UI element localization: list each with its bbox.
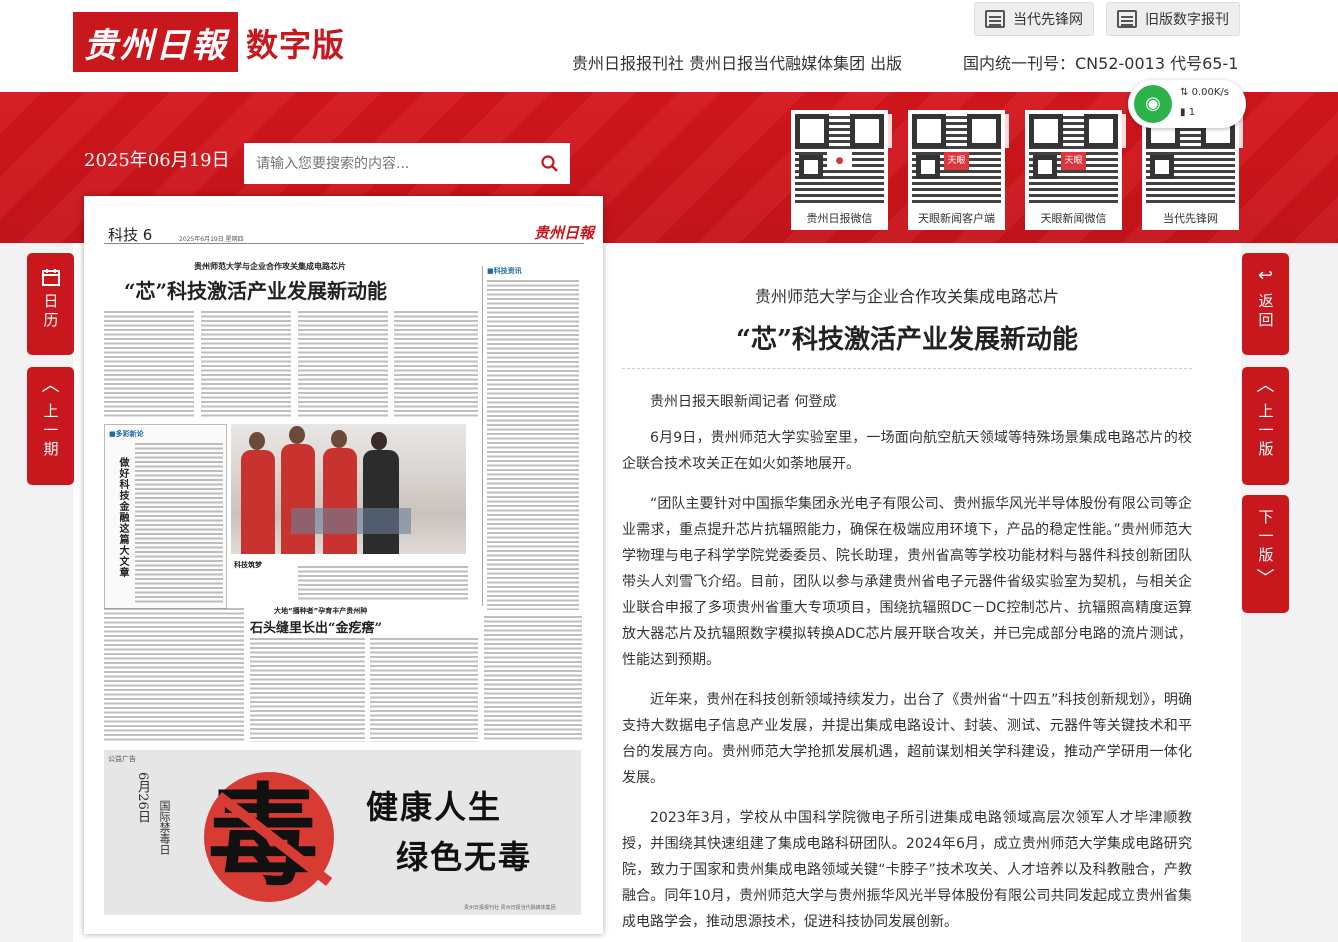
ad-slogan-1: 健康人生 xyxy=(366,788,503,826)
search-box xyxy=(244,143,570,184)
logo-text: 贵州日報 xyxy=(83,25,228,66)
divider xyxy=(622,368,1192,369)
commentary-text xyxy=(135,443,223,603)
digital-edition-title: 数字版 xyxy=(246,26,346,64)
network-speed: ⇅ 0.00K/s xyxy=(1180,87,1229,98)
calendar-icon xyxy=(985,10,1005,28)
briefs-text xyxy=(487,280,579,610)
qr-badge: 天眼 xyxy=(1061,152,1086,170)
photo-caption: 科技筑梦 xyxy=(234,561,262,569)
page-date: 2025年6月19日 星期四 xyxy=(179,236,244,243)
lead-story-headline[interactable]: “芯”科技激活产业发展新动能 xyxy=(124,275,387,304)
link-old-digital-edition[interactable]: 旧版数字报刊 xyxy=(1106,2,1240,36)
qr-tianyan-wechat[interactable]: 天眼 天眼新闻微信 xyxy=(1025,110,1122,230)
prev-page-label: 上一版 xyxy=(1256,403,1275,460)
story2-text[interactable] xyxy=(104,608,244,742)
guizhou-daily-logo[interactable]: 贵州日報 xyxy=(73,12,238,72)
lead-story-text[interactable] xyxy=(201,311,291,419)
ad-slogan-2: 绿色无毒 xyxy=(396,838,533,876)
qr-tianyan-app[interactable]: 天眼 天眼新闻客户端 xyxy=(908,110,1005,230)
newspaper-masthead: 贵州日報 xyxy=(534,224,595,242)
prev-issue-label: 上一期 xyxy=(41,403,60,460)
commentary-title: 做好科技金融这篇大文章 xyxy=(117,457,128,578)
qr-label: 天眼新闻微信 xyxy=(1040,212,1107,225)
calendar-button[interactable]: 日历 xyxy=(27,253,74,355)
issue-date[interactable]: 2025年06月19日 xyxy=(84,146,230,172)
students-lab-photo[interactable] xyxy=(231,424,466,554)
briefs-tag: ■科技资讯 xyxy=(487,267,522,275)
qr-badge: 天眼 xyxy=(944,152,969,170)
article-paragraph: 2023年3月，学校从中国科学院微电子所引进集成电路领域高层次领军人才毕津顺教授… xyxy=(622,810,1192,930)
publisher-info: 贵州日报报刊社 贵州日报当代融媒体集团 出版 xyxy=(572,54,903,73)
lead-story-text[interactable] xyxy=(394,311,478,419)
search-input[interactable] xyxy=(244,143,524,184)
ad-day-name: 国际禁毒日 xyxy=(158,800,171,855)
page-header-rule xyxy=(104,222,584,244)
qr-guizhou-daily-wechat[interactable]: ● 贵州日报微信 xyxy=(791,110,888,230)
article-headline: “芯”科技激活产业发展新动能 xyxy=(736,325,1078,355)
lead-story-text[interactable] xyxy=(104,311,194,419)
network-speed-widget[interactable]: ◉ ⇅ 0.00K/s ▮ 1 xyxy=(1128,80,1246,128)
page-footer: 贵州日报报刊社 贵州日报当代融媒体集团 xyxy=(464,905,556,911)
news-briefs-column[interactable]: ■科技资讯 xyxy=(482,266,582,610)
story2-text[interactable] xyxy=(250,638,365,742)
ad-tag: 公益广告 xyxy=(108,755,136,763)
next-page-button[interactable]: 下一版 ﹀ xyxy=(1242,495,1289,613)
article-byline: 贵州日报天眼新闻记者 何登成 xyxy=(650,394,837,410)
prev-issue-button[interactable]: ︿ 上一期 xyxy=(27,367,74,485)
calendar-label: 日历 xyxy=(41,293,60,331)
issn-info: 国内统一刊号：CN52-0013 代号65-1 xyxy=(963,54,1239,73)
article-paragraph: 近年来，贵州在科技创新领域持续发力，出台了《贵州省“十四五”科技创新规划》，明确… xyxy=(622,692,1192,786)
speed-value: 0.00K/s xyxy=(1191,87,1229,98)
story2-kicker[interactable]: 大地“播种者”孕育丰产贵州种 xyxy=(274,606,367,616)
qr-code: 天眼 xyxy=(912,114,1001,203)
connection-count: ▮ 1 xyxy=(1180,107,1196,118)
next-page-label: 下一版 xyxy=(1256,509,1275,566)
article-body: 贵州师范大学与企业合作攻关集成电路芯片 “芯”科技激活产业发展新动能 贵州日报天… xyxy=(622,283,1192,935)
article-paragraph: 6月9日，贵州师范大学实验室里，一场面向航空航天领域等特殊场景集成电路芯片的校企… xyxy=(622,430,1192,472)
commentary-tag: ■多彩新论 xyxy=(109,430,144,438)
qr-label: 贵州日报微信 xyxy=(806,212,873,225)
story2-headline[interactable]: 石头缝里长出“金疙瘩” xyxy=(250,617,382,636)
lead-story-kicker[interactable]: 贵州师范大学与企业合作攻关集成电路芯片 xyxy=(194,261,346,272)
article-subhead: 贵州师范大学与企业合作攻关集成电路芯片 xyxy=(754,287,1059,306)
qr-label: 天眼新闻客户端 xyxy=(918,212,995,225)
newspaper-page[interactable]: 科技 6 2025年6月19日 星期四 贵州日報 贵州师范大学与企业合作攻关集成… xyxy=(84,196,603,934)
article-paragraph: “团队主要针对中国振华集团永光电子有限公司、贵州振华风光半导体股份有限公司等企业… xyxy=(622,496,1192,668)
commentary-box[interactable]: ■多彩新论 做好科技金融这篇大文章 xyxy=(104,424,227,609)
ad-date: 6月26日 xyxy=(135,772,150,823)
link-label: 当代先锋网 xyxy=(1013,12,1083,28)
section-label: 科技 6 xyxy=(108,226,153,244)
back-label: 返回 xyxy=(1256,293,1275,331)
count-value: 1 xyxy=(1188,107,1196,118)
wifi-icon: ◉ xyxy=(1134,85,1172,123)
brief-text[interactable] xyxy=(484,616,582,742)
prev-page-button[interactable]: ︿ 上一版 xyxy=(1242,367,1289,485)
caption-text xyxy=(298,566,468,602)
qr-code: 天眼 xyxy=(1029,114,1118,203)
link-dangdai-xianfeng[interactable]: 当代先锋网 xyxy=(974,2,1094,36)
qr-code: ● xyxy=(795,114,884,203)
calendar-icon xyxy=(41,269,60,286)
anti-drug-ad[interactable]: 公益广告 6月26日 国际禁毒日 毒 健康人生 绿色无毒 xyxy=(104,750,581,915)
link-label: 旧版数字报刊 xyxy=(1145,12,1229,28)
qr-dangdai-xianfeng[interactable]: 当代先锋网 xyxy=(1142,110,1239,230)
back-button[interactable]: ↩ 返回 xyxy=(1242,253,1289,355)
return-icon: ↩ xyxy=(1257,265,1274,286)
calendar-icon xyxy=(1117,10,1137,28)
top-header: 贵州日報 数字版 当代先锋网 旧版数字报刊 贵州日报报刊社 贵州日报当代融媒体集… xyxy=(0,0,1338,92)
chevron-up-icon: ︿ xyxy=(41,375,60,396)
lead-story-text[interactable] xyxy=(298,311,388,419)
qr-label: 当代先锋网 xyxy=(1163,212,1218,225)
chevron-up-icon: ︿ xyxy=(1256,375,1275,396)
search-icon[interactable] xyxy=(541,155,558,172)
story2-text[interactable] xyxy=(370,638,478,742)
chevron-down-icon: ﹀ xyxy=(1256,568,1275,589)
